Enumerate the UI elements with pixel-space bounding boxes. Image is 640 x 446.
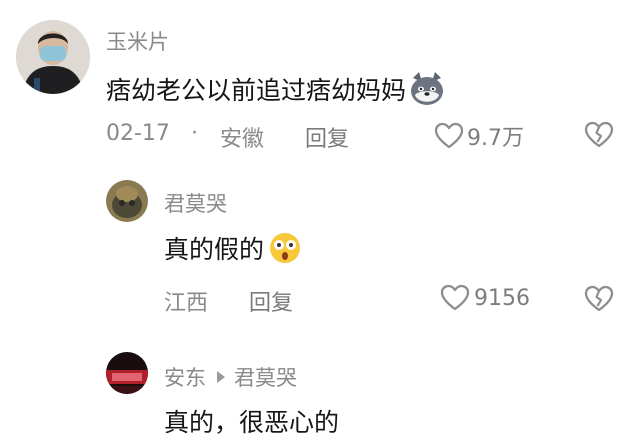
reply-to-username[interactable]: 君莫哭 [234,362,297,392]
user-avatar[interactable] [16,20,90,94]
heart-icon [434,122,464,150]
broken-heart-icon [584,285,614,312]
comment-username[interactable]: 君莫哭 [164,188,227,218]
heart-icon [440,284,470,312]
comment-username[interactable]: 玉米片 [106,26,169,56]
like-button[interactable]: 9156 [440,284,530,312]
broken-heart-icon [584,121,614,148]
like-button[interactable]: 9.7万 [434,120,524,152]
user-avatar[interactable] [106,180,148,222]
comment-text: 痞幼老公以前追过痞幼妈妈 [106,71,446,107]
reply-thread-header: 安东 君莫哭 [164,362,297,392]
like-count: 9.7万 [467,126,524,151]
meta-separator: · [191,121,198,146]
comment-username[interactable]: 安东 [164,362,206,392]
dislike-button[interactable] [584,285,614,313]
avatar-photo-icon [106,352,148,394]
husky-dog-emoji-icon [408,72,446,106]
reply-arrow-icon [216,370,226,384]
reply-button[interactable]: 回复 [249,285,293,317]
comment-date: 02-17 [106,121,170,146]
comment-text-content: 真的假的 [164,235,265,264]
user-avatar[interactable] [106,352,148,394]
shocked-face-emoji-icon [268,231,302,265]
comment-text: 真的假的 [164,230,302,266]
comment-text-content: 痞幼老公以前追过痞幼妈妈 [106,76,407,105]
comment-location: 安徽 [220,127,265,152]
comment-location: 江西 [164,291,209,316]
dislike-button[interactable] [584,121,614,149]
avatar-photo-icon [16,20,90,94]
like-count: 9156 [474,285,530,311]
avatar-photo-icon [106,180,148,222]
comment-text: 真的，很恶心的 [164,408,340,437]
reply-button[interactable]: 回复 [305,121,349,153]
